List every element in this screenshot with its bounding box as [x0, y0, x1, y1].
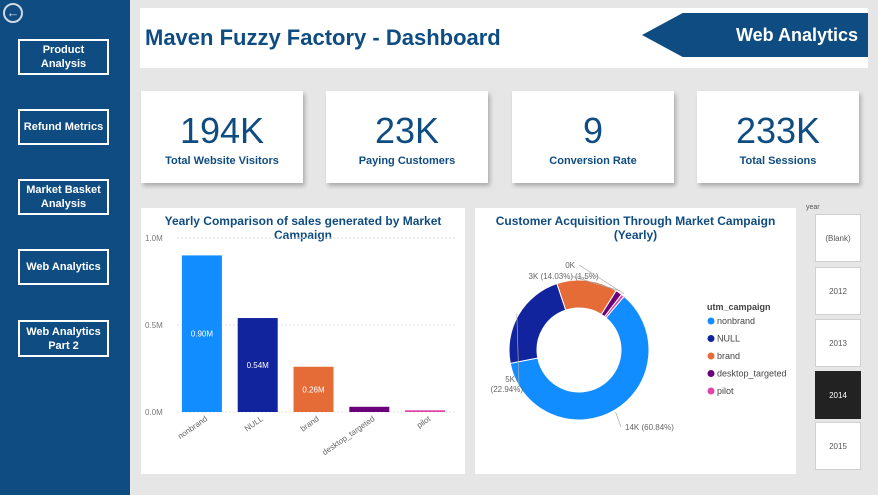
sidebar: ← Product Analysis Refund Metrics Market…: [0, 0, 130, 495]
donut-slice-null[interactable]: [508, 282, 567, 364]
donut-slice-label: (1.5%): [575, 272, 599, 281]
x-tick-label: pilot: [415, 414, 433, 430]
kpi-value: 194K: [179, 110, 265, 151]
legend-item-null[interactable]: NULL: [717, 334, 740, 344]
legend-marker: [707, 370, 715, 377]
kpi-card-visitors: 194K Total Website Visitors: [141, 91, 303, 183]
slicer-title: year: [806, 204, 820, 211]
bar-chart-panel: Yearly Comparison of sales generated by …: [141, 208, 465, 474]
kpi-label: Paying Customers: [358, 155, 456, 167]
bar-chart: 0.0M 0.5M 1.0M 0.90M nonbrand 0.54M NULL 0.26M b…: [145, 234, 456, 457]
legend-title: utm_campaign: [707, 302, 771, 312]
donut-slice-label: 14K (60.84%): [625, 423, 674, 432]
bar-data-label: 0.54M: [247, 361, 270, 370]
back-arrow-icon[interactable]: ←: [3, 3, 23, 23]
y-tick-label: 0.5M: [145, 321, 163, 330]
legend-item-brand[interactable]: brand: [717, 351, 740, 361]
bar-data-label: 0.26M: [302, 385, 325, 394]
legend-marker: [707, 317, 715, 325]
x-tick-label: NULL: [243, 414, 265, 433]
slicer-option-2012[interactable]: 2012: [815, 267, 861, 315]
leader-line: [615, 411, 622, 428]
donut-slice-label: (22.94%): [491, 385, 524, 394]
kpi-value: 233K: [735, 110, 821, 151]
y-tick-label: 0.0M: [145, 408, 163, 417]
header: Maven Fuzzy Factory - Dashboard Web Anal…: [140, 8, 868, 68]
legend-marker: [707, 352, 715, 360]
kpi-card-paying-customers: 23K Paying Customers: [326, 91, 488, 183]
x-tick-label: nonbrand: [176, 414, 209, 441]
nav-web-analytics-part2-button[interactable]: Web Analytics Part 2: [18, 320, 109, 357]
donut-slice-label: 3K (14.03%): [529, 272, 574, 281]
donut-slice-label: 5K: [505, 375, 515, 384]
nav-refund-metrics-button[interactable]: Refund Metrics: [18, 109, 109, 145]
bar-pilot[interactable]: [405, 410, 446, 412]
bar-desktop-targeted[interactable]: [349, 406, 390, 412]
kpi-card-total-sessions: 233K Total Sessions: [697, 91, 859, 183]
slicer-option-2015[interactable]: 2015: [815, 422, 861, 470]
bar-data-label: 0.90M: [191, 330, 214, 339]
donut-chart: 14K (60.84%) 5K(22.94%) 3K (14.03%) (1.5%)0…: [491, 261, 787, 432]
legend-item-desktop-targeted[interactable]: desktop_targeted: [717, 369, 787, 379]
kpi-label: Conversion Rate: [549, 155, 637, 167]
x-tick-label: desktop_targeted: [321, 414, 377, 457]
page-banner: Web Analytics: [642, 13, 868, 57]
slicer-option-blank[interactable]: (Blank): [815, 214, 861, 262]
nav-product-analysis-button[interactable]: Product Analysis: [18, 39, 109, 75]
kpi-card-conversion-rate: 9 Conversion Rate: [512, 91, 674, 183]
kpi-value: 23K: [374, 110, 440, 151]
legend-item-pilot[interactable]: pilot: [717, 386, 734, 396]
legend-item-nonbrand[interactable]: nonbrand: [717, 316, 755, 326]
nav-market-basket-button[interactable]: Market Basket Analysis: [18, 179, 109, 215]
nav-web-analytics-button[interactable]: Web Analytics: [18, 249, 109, 285]
page-title: Maven Fuzzy Factory - Dashboard: [145, 25, 501, 50]
kpi-value: 9: [582, 110, 604, 151]
slicer-option-2014[interactable]: 2014: [815, 371, 861, 419]
kpi-label: Total Sessions: [739, 155, 817, 167]
legend-marker: [707, 335, 715, 342]
donut-chart-panel: Customer Acquisition Through Market Camp…: [475, 208, 796, 474]
x-tick-label: brand: [299, 414, 321, 433]
kpi-label: Total Website Visitors: [165, 155, 279, 167]
donut-slice-label: 0K: [565, 261, 575, 270]
legend-marker: [707, 387, 715, 395]
slicer-option-2013[interactable]: 2013: [815, 319, 861, 367]
y-tick-label: 1.0M: [145, 234, 163, 243]
year-slicer: year (Blank) 2012 2013 2014 2015: [806, 200, 866, 470]
